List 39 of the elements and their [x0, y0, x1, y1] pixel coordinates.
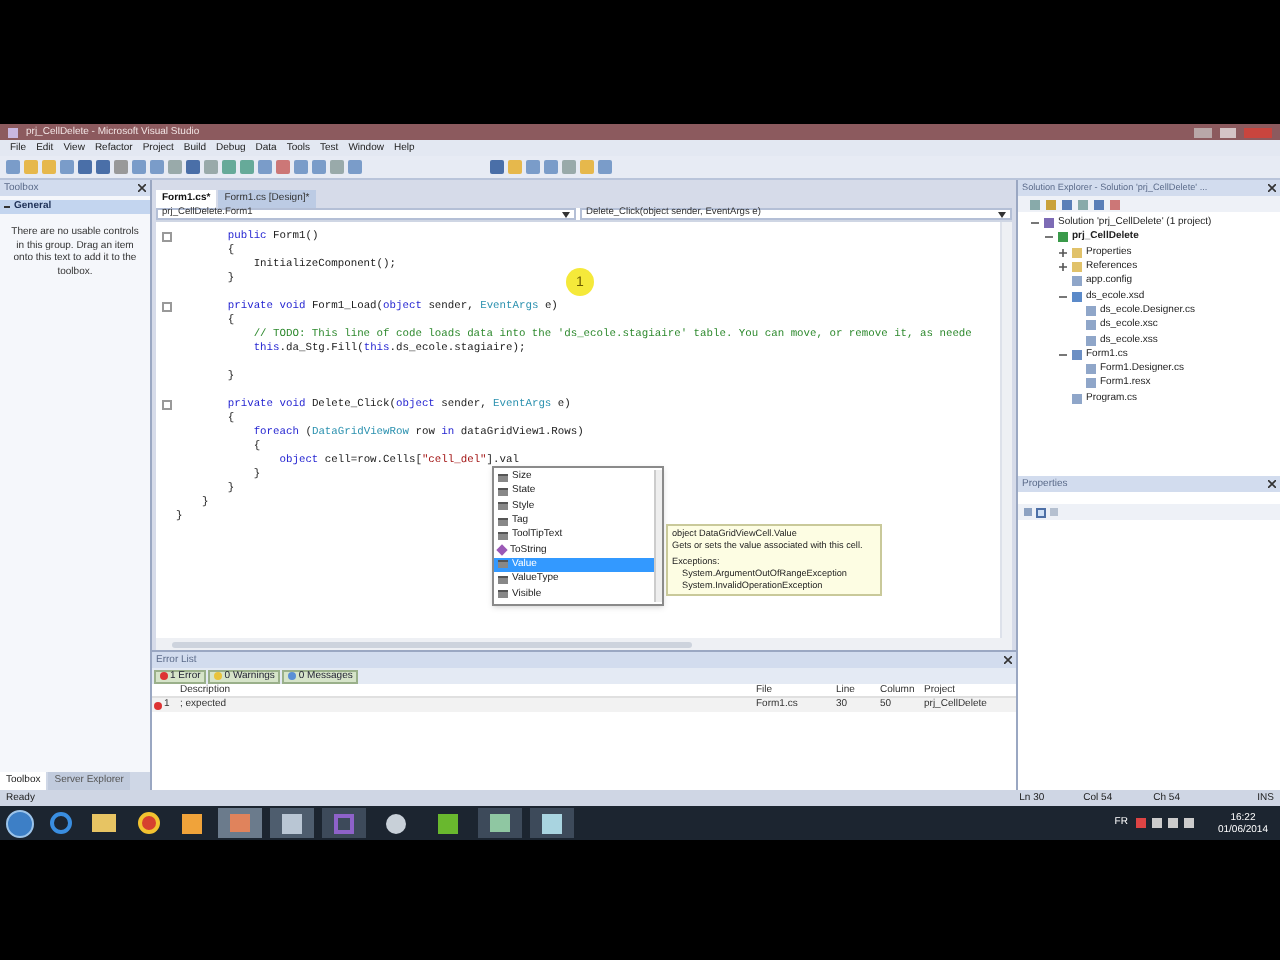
expand-icon[interactable] — [1058, 262, 1068, 273]
list-scrollbar[interactable] — [654, 470, 662, 602]
dataset-icon — [1072, 291, 1082, 302]
start-button[interactable] — [6, 809, 34, 837]
app-icon — [8, 127, 18, 137]
minimize-button[interactable] — [1194, 127, 1212, 137]
close-icon[interactable] — [1004, 656, 1012, 664]
file-icon — [1072, 276, 1082, 287]
collapse-icon[interactable] — [161, 400, 171, 410]
message-icon — [288, 672, 297, 680]
collapse-icon[interactable] — [1030, 218, 1040, 229]
dropdown-arrow-icon — [998, 211, 1006, 217]
collapse-icon[interactable] — [1058, 349, 1068, 360]
vertical-scrollbar[interactable] — [1000, 222, 1012, 638]
collapse-icon[interactable] — [161, 232, 171, 242]
folder-icon[interactable] — [86, 809, 122, 837]
horizontal-scrollbar[interactable] — [156, 638, 1012, 650]
properties-icon[interactable] — [1050, 508, 1058, 516]
method-icon — [496, 544, 508, 556]
scroll-thumb[interactable] — [172, 641, 692, 647]
solution-icon — [1044, 218, 1054, 229]
taskbar-app-icon[interactable] — [478, 808, 522, 838]
close-icon[interactable] — [1268, 480, 1276, 488]
maximize-button[interactable] — [1220, 127, 1236, 137]
dropdown-arrow-icon — [562, 211, 570, 217]
expand-icon[interactable] — [1058, 247, 1068, 258]
project-icon — [1058, 232, 1068, 243]
collapse-icon[interactable] — [1044, 232, 1054, 243]
collapse-icon[interactable] — [161, 302, 171, 312]
close-icon[interactable] — [138, 184, 146, 192]
taskbar-app-icon[interactable] — [530, 808, 574, 838]
error-icon — [154, 701, 162, 709]
categorized-icon[interactable] — [1024, 508, 1032, 516]
collapse-icon[interactable] — [1058, 291, 1068, 302]
form-icon — [1072, 349, 1082, 360]
warning-icon — [214, 672, 223, 680]
alphabetical-icon[interactable] — [1036, 507, 1046, 517]
close-icon[interactable] — [1268, 184, 1276, 192]
error-icon — [160, 672, 168, 680]
